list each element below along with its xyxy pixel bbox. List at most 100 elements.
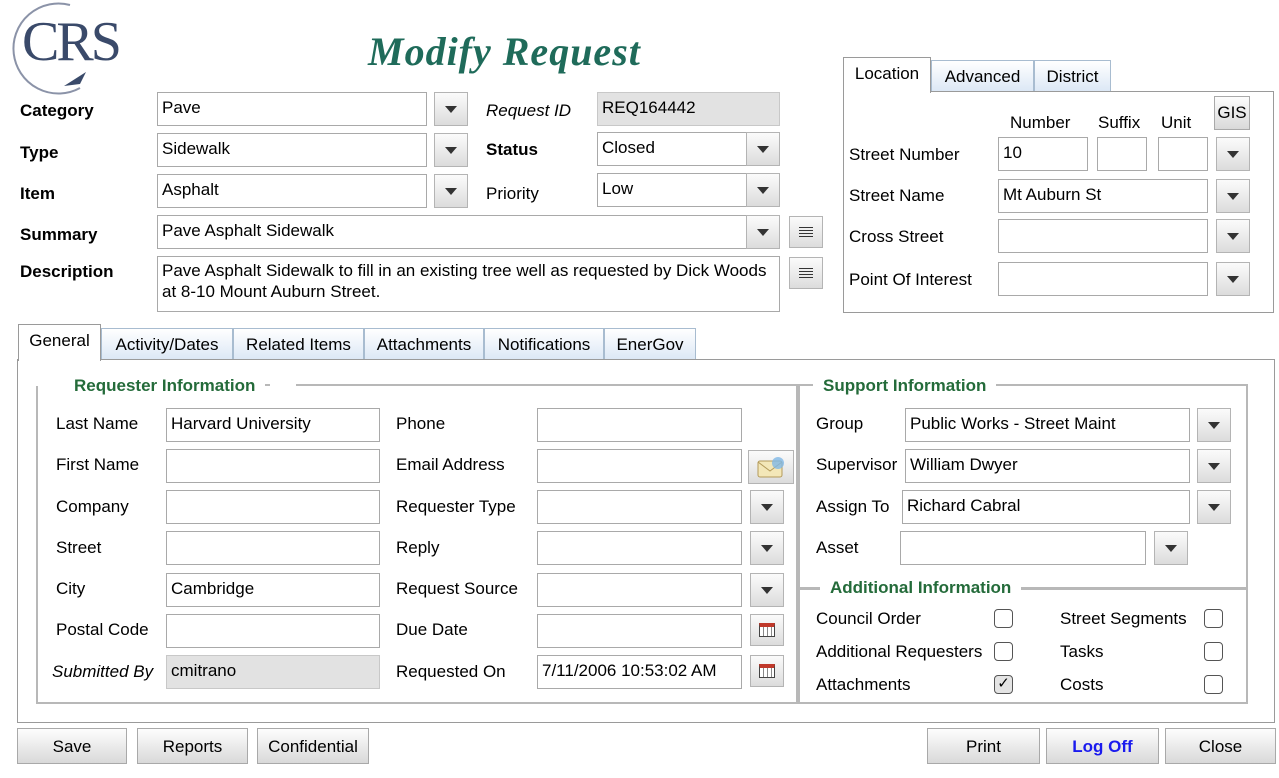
costs-label: Costs [1060, 675, 1104, 694]
print-button[interactable]: Print [927, 728, 1040, 764]
tab-notifications[interactable]: Notifications [484, 328, 604, 360]
due-date-calendar-button[interactable] [750, 614, 784, 646]
phone-field[interactable] [537, 408, 742, 442]
group-dropdown-button[interactable] [1197, 408, 1231, 442]
asset-dropdown-button[interactable] [1154, 531, 1188, 565]
status-dropdown-button[interactable] [746, 132, 780, 166]
street-name-field[interactable]: Mt Auburn St [998, 179, 1208, 213]
last-name-label: Last Name [56, 414, 139, 433]
council-order-checkbox[interactable] [994, 609, 1013, 628]
requester-type-field[interactable] [537, 490, 742, 524]
priority-field[interactable]: Low [597, 173, 747, 207]
description-list-button[interactable] [789, 257, 823, 289]
chevron-down-icon [445, 146, 457, 154]
street-name-dropdown-button[interactable] [1216, 179, 1250, 213]
due-date-label: Due Date [396, 620, 468, 639]
request-source-dropdown-button[interactable] [750, 573, 784, 607]
supervisor-field[interactable]: William Dwyer [905, 449, 1190, 483]
cross-street-field[interactable] [998, 219, 1208, 253]
city-field[interactable]: Cambridge [166, 573, 380, 607]
requester-type-dropdown-button[interactable] [750, 490, 784, 524]
reply-dropdown-button[interactable] [750, 531, 784, 565]
street-field[interactable] [166, 531, 380, 565]
first-name-field[interactable] [166, 449, 380, 483]
requester-type-label: Requester Type [396, 497, 516, 516]
company-label: Company [56, 497, 129, 516]
request-source-label: Request Source [396, 579, 518, 598]
priority-dropdown-button[interactable] [746, 173, 780, 207]
street-suffix-field[interactable] [1097, 137, 1147, 171]
supervisor-dropdown-button[interactable] [1197, 449, 1231, 483]
email-label: Email Address [396, 455, 505, 474]
tab-attachments[interactable]: Attachments [364, 328, 484, 360]
street-number-field[interactable]: 10 [998, 137, 1088, 171]
reply-field[interactable] [537, 531, 742, 565]
crs-logo: CRS [0, 0, 125, 95]
poi-field[interactable] [998, 262, 1208, 296]
calendar-icon [759, 623, 775, 637]
attachments-checkbox[interactable]: ✓ [994, 675, 1013, 694]
poi-dropdown-button[interactable] [1216, 262, 1250, 296]
category-dropdown-button[interactable] [434, 92, 468, 126]
tab-related-items[interactable]: Related Items [233, 328, 364, 360]
additional-requesters-checkbox[interactable] [994, 642, 1013, 661]
email-button[interactable] [748, 450, 794, 484]
status-field[interactable]: Closed [597, 132, 747, 166]
street-segments-checkbox[interactable] [1204, 609, 1223, 628]
support-title: Support Information [813, 376, 997, 396]
envelope-icon [757, 457, 784, 478]
type-label: Type [20, 143, 59, 162]
type-field[interactable]: Sidewalk [157, 133, 427, 167]
tasks-checkbox[interactable] [1204, 642, 1223, 661]
costs-checkbox[interactable] [1204, 675, 1223, 694]
requested-on-field[interactable]: 7/11/2006 10:53:02 AM [537, 655, 742, 689]
assign-to-field[interactable]: Richard Cabral [902, 490, 1190, 524]
tab-activity-dates[interactable]: Activity/Dates [101, 328, 233, 360]
confidential-button[interactable]: Confidential [257, 728, 369, 764]
close-button[interactable]: Close [1165, 728, 1276, 764]
group-field[interactable]: Public Works - Street Maint [905, 408, 1190, 442]
request-source-field[interactable] [537, 573, 742, 607]
gis-button[interactable]: GIS [1214, 96, 1250, 130]
summary-dropdown-button[interactable] [746, 215, 780, 249]
company-field[interactable] [166, 490, 380, 524]
tab-district[interactable]: District [1034, 60, 1111, 92]
log-off-button[interactable]: Log Off [1046, 728, 1159, 764]
postal-code-field[interactable] [166, 614, 380, 648]
tab-location[interactable]: Location [843, 57, 931, 93]
save-button[interactable]: Save [17, 728, 127, 764]
status-label: Status [486, 140, 538, 159]
additional-title: Additional Information [820, 578, 1022, 598]
summary-list-button[interactable] [789, 216, 823, 248]
requested-on-calendar-button[interactable] [750, 655, 784, 687]
street-unit-field[interactable] [1158, 137, 1208, 171]
assign-to-dropdown-button[interactable] [1197, 490, 1231, 524]
tab-general[interactable]: General [18, 324, 101, 361]
chevron-down-icon [757, 145, 769, 153]
item-field[interactable]: Asphalt [157, 174, 427, 208]
category-field[interactable]: Pave [157, 92, 427, 126]
cross-street-dropdown-button[interactable] [1216, 219, 1250, 253]
checkmark-icon: ✓ [997, 675, 1010, 692]
type-dropdown-button[interactable] [434, 133, 468, 167]
due-date-field[interactable] [537, 614, 742, 648]
summary-field[interactable]: Pave Asphalt Sidewalk [157, 215, 747, 249]
street-name-label: Street Name [849, 186, 945, 205]
chevron-down-icon [761, 503, 773, 511]
col-unit-label: Unit [1161, 113, 1192, 132]
asset-field[interactable] [900, 531, 1146, 565]
tasks-label: Tasks [1060, 642, 1104, 661]
asset-label: Asset [816, 538, 859, 557]
item-dropdown-button[interactable] [434, 174, 468, 208]
supervisor-label: Supervisor [816, 455, 898, 474]
tab-energov[interactable]: EnerGov [604, 328, 696, 360]
email-field[interactable] [537, 449, 742, 483]
last-name-field[interactable]: Harvard University [166, 408, 380, 442]
description-field[interactable]: Pave Asphalt Sidewalk to fill in an exis… [157, 256, 780, 312]
calendar-icon [759, 664, 775, 678]
tab-advanced[interactable]: Advanced [931, 60, 1034, 92]
chevron-down-icon [1208, 503, 1220, 511]
reports-button[interactable]: Reports [137, 728, 248, 764]
cross-street-label: Cross Street [849, 227, 944, 246]
street-unit-dropdown-button[interactable] [1216, 137, 1250, 171]
